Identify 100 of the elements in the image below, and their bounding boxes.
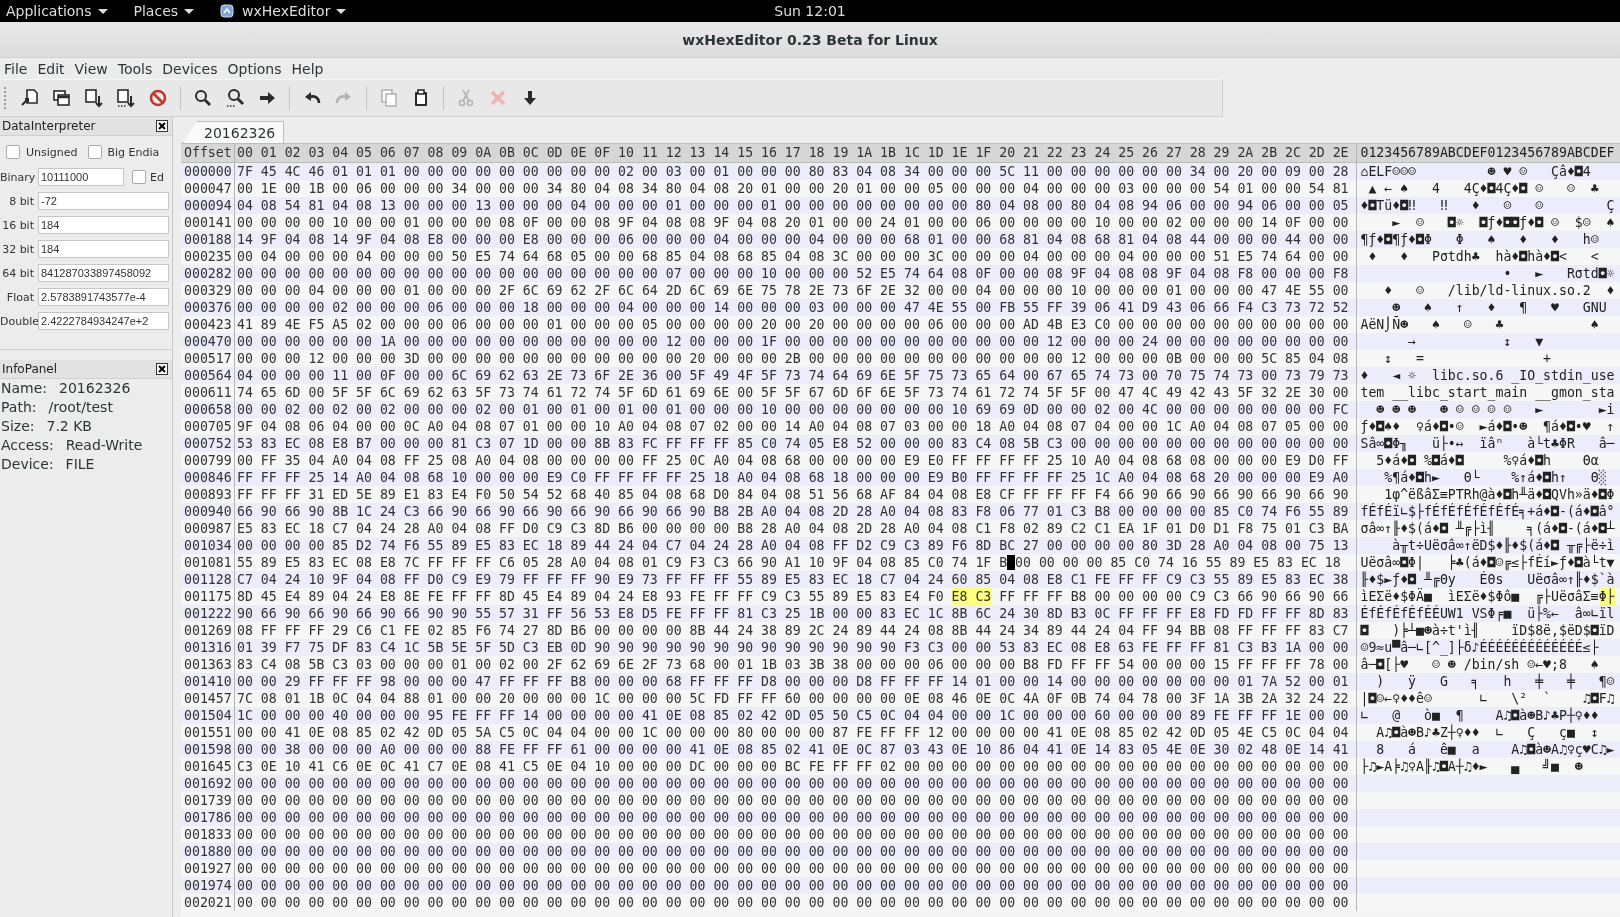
info-label: Size:	[1, 417, 35, 436]
menu-item[interactable]: Edit	[33, 58, 71, 79]
value-field[interactable]: 184	[38, 240, 169, 258]
menu-item[interactable]: File	[0, 58, 34, 79]
value-field[interactable]: 841287033897458092	[38, 264, 169, 282]
field-label: Binary	[0, 170, 34, 184]
ascii-text: ) ÿ G ╕ h ╪ ╪ ¶☺	[1375, 673, 1615, 690]
hex-bytes: 04 08 54 81 04 08 13 00 00 00 13 00 00 00 04 00 00 00 01 00 00 00 01 00 00 00 00 00 00 00 00 80 04 08 00 80 04 08 94 06 00 00 94 06 00 00 05	[237, 197, 1349, 214]
value-field[interactable]: 2.4222784934247e+2	[38, 312, 169, 330]
info-value: /root/test	[48, 398, 113, 417]
ascii-text: 8 á ê■ a A♫◘à☻A♫♀ç♥C♫►	[1375, 741, 1615, 758]
menu-item[interactable]: Options	[223, 58, 288, 79]
ascii-text: → ↕ ▼	[1407, 333, 1544, 350]
ascii-text: ╟♦$►ƒ♦◘ ╨╔Θy ÉΘs Uëσâ∞↑╟♦$`à	[1360, 571, 1615, 588]
field-label: Float	[5, 290, 34, 304]
menu-item[interactable]: View	[70, 58, 114, 79]
ascii-text: ↕ = +	[1383, 350, 1552, 367]
ascii-text: ⌂ELF☺☺☺ ☻ ♥ ☺ Çâ♦◘4	[1360, 163, 1591, 180]
caret-icon	[184, 8, 195, 14]
ascii-text: ÉfÉfÉfÉfÉÉUW1 VSΦ╒■ ü├%← â∞∟ïl	[1360, 605, 1615, 622]
hex-bytes: FF FF FF B8 00 00 00 00 C9 C3 66 90 66 90 66	[999, 588, 1349, 605]
ascii-text: ├♫►A╞♫♀A╟♫◘A┼♫♦► ▄ ╝■ ☻	[1360, 758, 1583, 775]
file-tab[interactable]: 20162326	[183, 121, 285, 143]
hex-bytes: 01 39 F7 75 DF 83 C4 1C 5B 5E 5F 5D C3 EB 0D 90 90 90 90 90 90 90 90 90 90 90 90 90 F3 C3 00 00 53 83 EC 08 E8 63 FE FF FF 81 C3 B3 1A 00 00	[237, 639, 1349, 656]
hex-bytes: C7 04 24 10 9F 04 08 FF D0 C9 E9 79 FF FF FF 90 E9 73 FF FF FF 55 89 E5 83 EC 18 C7 04 24 60 85 04 08 E8 C1 FE FF FF C9 C3 55 89 E5 83 EC 38	[237, 571, 1349, 588]
hex-bytes: 00 00 00 00 00 00 00 00 00 00 00 00 00 00 00 00 00 00 00 00 00 00 00 00 00 00 00 00 00 00 00 00 00 00 00 00 00 00 00 00 00 00 00 00 00 00 00	[237, 843, 1349, 860]
hex-bytes: 00 00 00 00 85 C0 74 16 55 89 E5 83 EC 18	[1015, 554, 1341, 571]
ascii-text: |◘☺←♀♦♦ê☺ ∟ \² ` ♫◘F♫	[1360, 690, 1615, 707]
window-title: wxHexEditor 0.23 Beta for Linux	[682, 31, 938, 48]
offset-label: 002021	[181, 894, 235, 911]
value-field[interactable]: 2.5783891743577e-4	[38, 288, 169, 306]
ascii-text: Uëσâ∞◘Φ| ╞♣(á♦◘☺╔≤├fÉí►ƒ♦◘à└t▼	[1360, 554, 1615, 571]
panel-menu[interactable]: Places	[133, 1, 195, 21]
hex-bytes: 00 00 00 00 00 00 00 00 00 00 00 00 00 00 00 00 00 00 00 00 00 00 00 00 00 00 00 00 00 00 00 00 00 00 00 00 00 00 00 00 00 00 00 00 00 00 00	[237, 809, 1349, 826]
hex-bytes: E8 C3	[951, 588, 992, 605]
hex-bytes: C3 0E 10 41 C6 0E 0C 41 C7 0E 08 41 C5 0E 04 10 00 00 00 DC 00 00 00 BC FE FF FF 02 00 00 00 00 00 00 00 00 00 00 00 00 00 00 00 00 00 00 00	[237, 758, 1349, 775]
hex-bytes: 08 FF FF FF 29 C6 C1 FE 02 85 F6 74 27 8D B6 00 00 00 00 8B 44 24 38 89 2C 24 89 44 24 08 8B 44 24 34 89 44 24 04 FF 94 BB 08 FF FF FF 83 C7	[237, 622, 1349, 639]
hex-bytes: 8D 45 E4 89 04 24 E8 8E FE FF FF 8D 45 E4 89 04 24 E8 93 FE FF FF C9 C3 55 89 E5 83 E4 F0	[237, 588, 944, 605]
hex-bytes: 00 00 00 00 00 00 00 00 00 00 00 00 00 00 00 00 00 00 07 00 00 00 10 00 00 00 52 E5 74 64 08 0F 00 00 08 9F 04 08 08 9F 04 08 F8 00 00 00 F8	[237, 265, 1349, 282]
checkbox[interactable]	[87, 145, 102, 159]
hex-bytes: 1C 00 00 00 40 00 00 00 95 FE FF FF 14 00 00 00 00 41 0E 08 85 02 42 0D 05 50 C5 0C 04 04 00 00 1C 00 00 00 60 00 00 00 89 FE FF FF 1E 00 00	[237, 707, 1349, 724]
info-label: Name:	[1, 379, 48, 398]
ascii-text: • ► Rσtd◘☼	[1502, 265, 1615, 282]
checkbox[interactable]	[6, 145, 20, 159]
ascii-text: ☻ ♠ ↑ ♦ ¶ ♥ GNU	[1391, 299, 1607, 316]
hex-bytes: 00 00 00 00 00 00 00 00 00 00 00 00 00 00 00 00 00 00 00 00 00 00 00 00 00 00 00 00 00 00 00 00 00 00 00 00 00 00 00 00 00 00 00 00 00 00 00	[237, 877, 1349, 894]
offset-header: Offset	[181, 144, 235, 162]
ascii-text: ☻ ☻ ☻ ☻ ☺ ☺ ☺ ☺ ► ►i	[1375, 401, 1615, 418]
info-value: Read-Write	[65, 436, 143, 455]
close-icon[interactable]	[156, 120, 168, 132]
hex-bytes: 55 89 E5 83 EC 08 E8 7C FF FF FF C6 05 28 A0 04 08 01 C9 F3 C3 66 90 A1 10 9F 04 08 85 C0 74 1F	[237, 554, 992, 571]
ascii-text: ¶ƒ♦◘¶ƒ♦◘Φ Φ ♠ ♦ ♦ h☺	[1360, 231, 1599, 248]
ascii-text: σâ∞↑╟♦$(á♦◘ ╨╔├ì╢ ╕(á♦◘-(á♦◘┴	[1360, 520, 1615, 537]
checkbox-label: Unsigned	[26, 145, 78, 159]
checkbox-label: Ed	[150, 170, 164, 184]
hex-bytes: 00 00 00 00 00 00 00 00 00 00 00 00 00 00 00 00 00 00 00 00 00 00 00 00 00 00 00 00 00 00 00 00 00 00 00 00 00 00 00 00 00 00 00 00 00 00 00	[237, 792, 1349, 809]
copy-icon	[379, 88, 399, 108]
ascii-text: tem __libc_start_main __gmon_sta	[1360, 384, 1615, 401]
hex-bytes: 90 66 90 66 90 66 90 66 90 90 55 57 31 FF 56 53 E8 D5 FE FF FF 81 C3 25 1B 00 00 83 EC 1C 8B 6C 24 30 8D B3 0C FF FF FF E8 FD FD FF FF 8D 83	[237, 605, 1349, 622]
value-field[interactable]: -72	[38, 192, 169, 210]
menu-item[interactable]: Devices	[158, 58, 224, 79]
ascii-text: ☺9≈u▀â─∟[^_]├δ♪ÉÉÉÉÉÉÉÉÉÉÉÉÉ≤├	[1360, 639, 1599, 656]
panel-menu[interactable]: Applications	[6, 1, 108, 21]
hex-bytes: 00 00 00 00 85 D2 74 F6 55 89 E5 83 EC 18 89 44 24 04 C7 04 24 28 A0 04 08 FF D2 C9 C3 89 F6 8D BC 27 00 00 00 00 80 3D 28 A0 04 08 00 75 13	[237, 537, 1349, 554]
info-value: 20162326	[59, 379, 131, 398]
info-value: FILE	[65, 455, 95, 474]
menu-item[interactable]: Help	[287, 58, 330, 79]
hex-bytes: 9F 04 08 06 04 00 00 0C A0 04 08 07 01 00 00 10 A0 04 08 07 02 00 00 14 A0 04 08 07 03 00 00 18 A0 04 08 07 04 00 00 1C A0 04 08 07 05 00 00	[237, 418, 1349, 435]
checkbox[interactable]	[132, 170, 146, 184]
ascii-text: ∟ @ ò■ ¶ A♫◘à☻B♪♣P┼♀♦♦	[1360, 707, 1599, 724]
panel-title: InfoPanel	[2, 362, 58, 376]
ascii-header: 0123456789ABCDEF0123456789ABCDEF	[1360, 144, 1615, 162]
ascii-text: ♦ ◄ ☼ libc.so.6 _IO_stdin_use	[1360, 367, 1615, 384]
document-down-arrow-icon	[84, 88, 104, 108]
ascii-text: ▲ ← ♠ 4 4Ç♦◘4Ç♦◘ ☺ ☺ ♣	[1367, 180, 1599, 197]
hex-bytes: 7F 45 4C 46 01 01 01 00 00 00 00 00 00 00 00 00 02 00 03 00 01 00 00 00 80 83 04 08 34 00 00 00 5C 11 00 00 00 00 00 00 34 00 20 00 09 00 28	[237, 163, 1349, 180]
ascii-text: ♦◘Tü♦◘‼ ‼ ♦ ☺ ☺ Ç	[1360, 197, 1615, 214]
ascii-text: ìEΣë♦$ΦÄ■ ìEΣë♦$Φô■ ╔├UëσâΣ≡	[1360, 588, 1599, 605]
ascii-text: fÉfÉï∟$├fÉfÉfÉfÉfÉfÉ╕+á♦◘-(á♦◘â°	[1360, 503, 1615, 520]
close-icon[interactable]	[156, 363, 168, 375]
ascii-text: AëN⌡Ñ☻ ♠ ☺ ♣ ♠	[1360, 316, 1599, 333]
hex-bytes: 53 83 EC 08 E8 B7 00 00 00 81 C3 07 1D 00 00 8B 83 FC FF FF FF 85 C0 74 05 E8 52 00 00 00 83 C4 08 5B C3 00 00 00 00 00 00 00 00 00 00 00 00	[237, 435, 1349, 452]
hex-bytes: 00 00 00 00 00 00 00 00 00 00 00 00 00 00 00 00 00 00 00 00 00 00 00 00 00 00 00 00 00 00 00 00 00 00 00 00 00 00 00 00 00 00 00 00 00 00 00	[237, 826, 1349, 843]
info-label: Path:	[1, 398, 37, 417]
hex-bytes: FF FF FF 25 14 A0 04 08 68 10 00 00 00 E9 C0 FF FF FF FF 25 18 A0 04 08 68 18 00 00 00 E9 B0 FF FF FF FF 25 1C A0 04 08 68 20 00 00 00 E9 A0	[237, 469, 1349, 486]
app-menu[interactable]: wxHexEditor	[220, 1, 347, 21]
field-label: 16 bit	[1, 218, 34, 232]
binary-field[interactable]: 10111000	[38, 168, 124, 186]
no-entry-icon	[148, 88, 168, 108]
hex-bytes: FF FF FF 31 ED 5E 89 E1 83 E4 F0 50 54 52 68 40 85 04 08 68 D0 84 04 08 51 56 68 AF 84 04 08 E8 CF FF FF FF F4 66 90 66 90 66 90 66 90 66 90	[237, 486, 1349, 503]
document-arrow-icon	[20, 88, 40, 108]
hex-bytes: 00 00 00 04 00 00 00 01 00 00 00 2F 6C 69 62 2F 6C 64 2D 6C 69 6E 75 78 2E 73 6F 2E 32 00 00 04 00 00 00 10 00 00 00 01 00 00 00 47 4E 55 00	[237, 282, 1349, 299]
caret-icon	[97, 8, 108, 14]
hex-bytes: 00 00 00 12 00 00 00 3D 00 00 00 00 00 00 00 00 00 00 00 20 00 00 00 2B 00 00 00 00 00 00 00 00 00 00 00 12 00 00 00 0B 00 00 00 5C 85 04 08	[237, 350, 1349, 367]
hex-bytes: 00 00 00 00 00 00 00 00 00 00 00 00 00 00 00 00 00 00 00 00 00 00 00 00 00 00 00 00 00 00 00 00 00 00 00 00 00 00 00 00 00 00 00 00 00 00 00	[237, 775, 1349, 792]
value-field[interactable]: 184	[38, 216, 169, 234]
menu-item[interactable]: Tools	[113, 58, 159, 79]
field-label: 32 bit	[1, 242, 34, 256]
panel-title: DataInterpreter	[2, 119, 96, 133]
hex-bytes: 00 00 00 00 02 00 00 00 06 00 00 00 18 00 00 00 04 00 00 00 14 00 00 00 03 00 00 00 47 4E 55 00 FB 55 FF 39 06 41 D9 43 06 66 F4 C3 73 72 52	[237, 299, 1349, 316]
